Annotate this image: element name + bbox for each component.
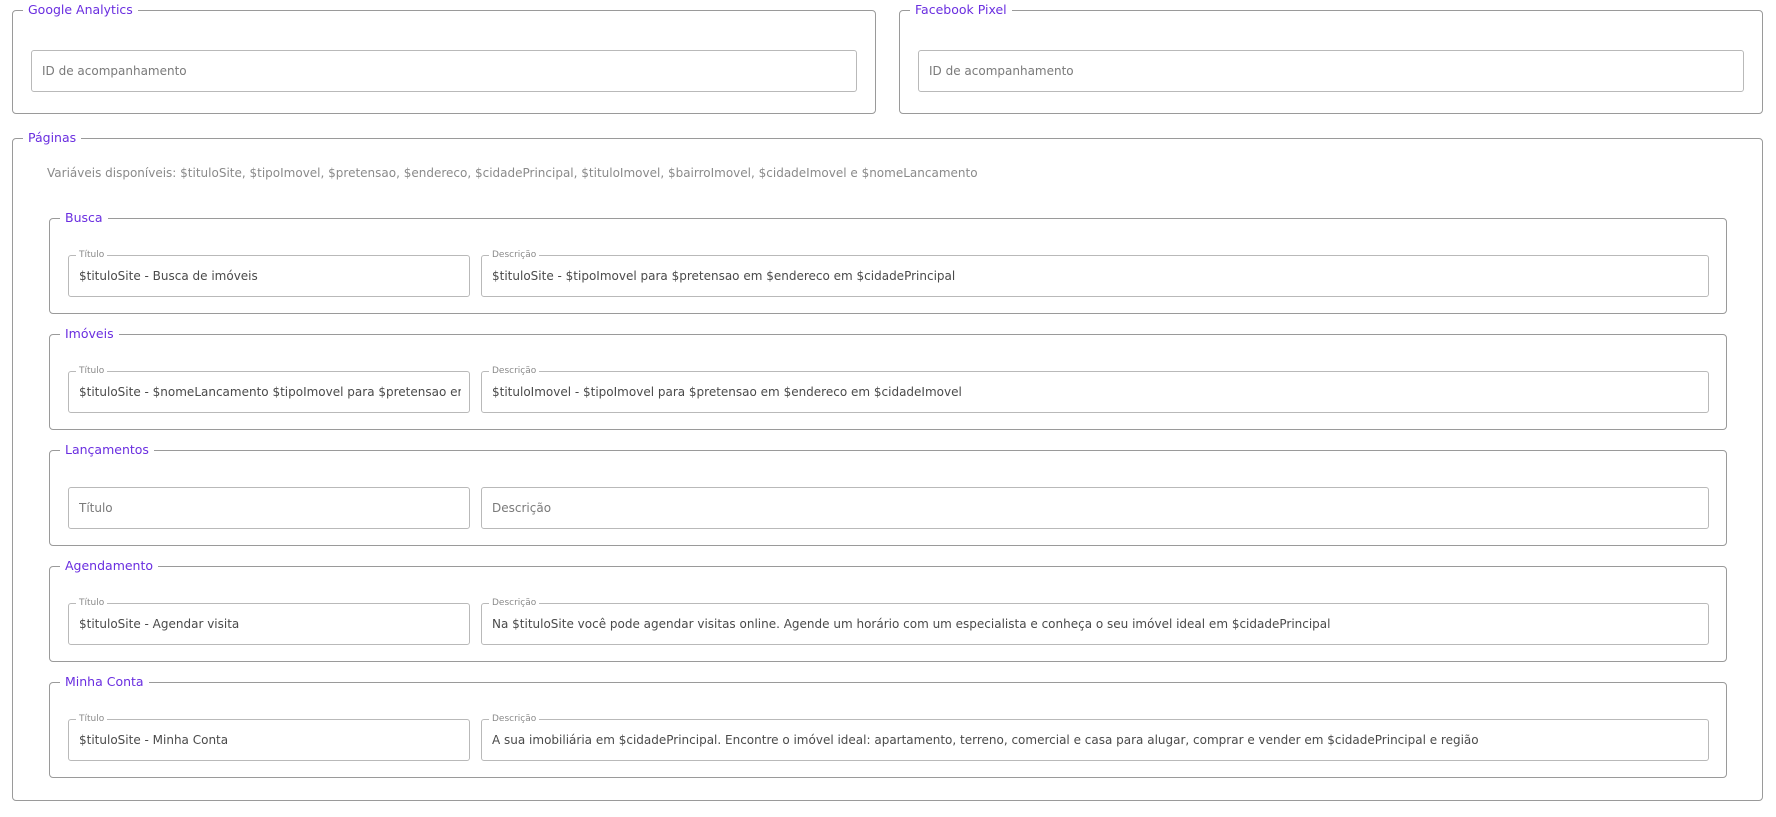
agendamento-title-field[interactable]: Título $tituloSite - Agendar visita — [68, 597, 470, 645]
minha-conta-description-value: A sua imobiliária em $cidadePrincipal. E… — [492, 733, 1479, 747]
section-imoveis: Imóveis Título $tituloSite - $nomeLancam… — [49, 326, 1727, 430]
facebook-pixel-id-placeholder: ID de acompanhamento — [929, 64, 1074, 78]
facebook-pixel-id-field[interactable]: ID de acompanhamento — [918, 50, 1744, 92]
minha-conta-title-field[interactable]: Título $tituloSite - Minha Conta — [68, 713, 470, 761]
busca-description-field[interactable]: Descrição $tituloSite - $tipoImovel para… — [481, 249, 1709, 297]
section-imoveis-legend: Imóveis — [65, 326, 114, 341]
imoveis-title-field[interactable]: Título $tituloSite - $nomeLancamento $ti… — [68, 365, 470, 413]
agendamento-description-value: Na $tituloSite você pode agendar visitas… — [492, 617, 1331, 631]
section-busca: Busca Título $tituloSite - Busca de imóv… — [49, 210, 1727, 314]
lancamentos-title-placeholder: Título — [79, 501, 113, 515]
agendamento-description-field[interactable]: Descrição Na $tituloSite você pode agend… — [481, 597, 1709, 645]
section-busca-legend: Busca — [65, 210, 103, 225]
lancamentos-title-field[interactable]: Título — [68, 487, 470, 529]
section-agendamento: Agendamento Título $tituloSite - Agendar… — [49, 558, 1727, 662]
facebook-pixel-group: Facebook Pixel ID de acompanhamento — [899, 2, 1763, 114]
imoveis-description-value: $tituloImovel - $tipoImovel para $preten… — [492, 385, 962, 399]
minha-conta-description-field[interactable]: Descrição A sua imobiliária em $cidadePr… — [481, 713, 1709, 761]
section-lancamentos: Lançamentos Título Descrição — [49, 442, 1727, 546]
lancamentos-description-placeholder: Descrição — [492, 501, 552, 515]
pages-legend: Páginas — [28, 130, 77, 145]
agendamento-title-value: $tituloSite - Agendar visita — [79, 617, 240, 631]
google-analytics-group: Google Analytics ID de acompanhamento — [12, 2, 876, 114]
busca-description-value: $tituloSite - $tipoImovel para $pretensa… — [492, 269, 956, 283]
section-minha-conta-legend: Minha Conta — [65, 674, 144, 689]
available-variables-text: Variáveis disponíveis: $tituloSite, $tip… — [47, 166, 978, 180]
google-analytics-legend: Google Analytics — [28, 2, 133, 17]
busca-title-value: $tituloSite - Busca de imóveis — [79, 269, 258, 283]
google-analytics-id-placeholder: ID de acompanhamento — [42, 64, 187, 78]
section-agendamento-legend: Agendamento — [65, 558, 154, 573]
minha-conta-title-value: $tituloSite - Minha Conta — [79, 733, 229, 747]
lancamentos-description-field[interactable]: Descrição — [481, 487, 1709, 529]
busca-title-field[interactable]: Título $tituloSite - Busca de imóveis — [68, 249, 470, 297]
facebook-pixel-legend: Facebook Pixel — [915, 2, 1007, 17]
imoveis-title-value: $tituloSite - $nomeLancamento $tipoImove… — [79, 385, 461, 399]
pages-group: Páginas Variáveis disponíveis: $tituloSi… — [12, 130, 1763, 801]
imoveis-description-field[interactable]: Descrição $tituloImovel - $tipoImovel pa… — [481, 365, 1709, 413]
section-minha-conta: Minha Conta Título $tituloSite - Minha C… — [49, 674, 1727, 778]
section-lancamentos-legend: Lançamentos — [65, 442, 149, 457]
google-analytics-id-field[interactable]: ID de acompanhamento — [31, 50, 857, 92]
